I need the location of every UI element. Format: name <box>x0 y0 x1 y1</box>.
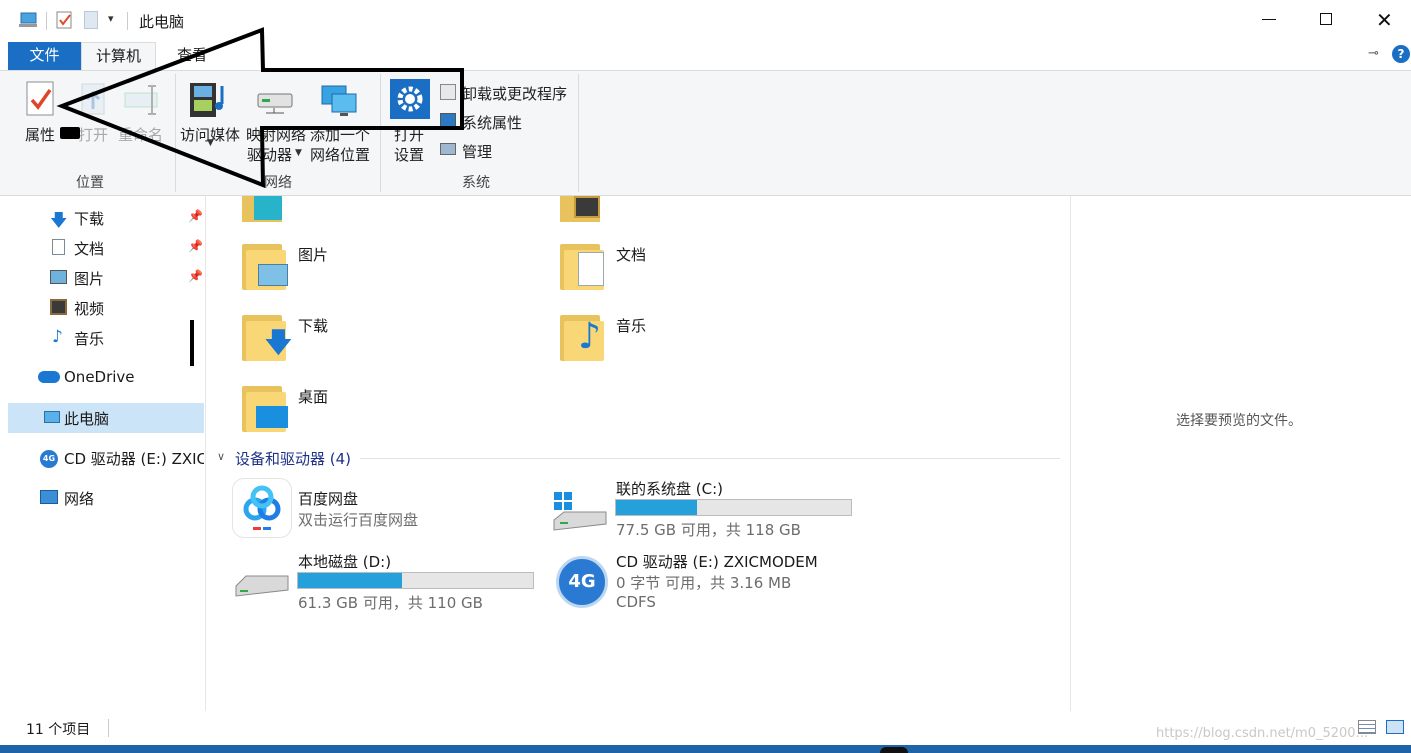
annotation-arrow <box>56 27 464 188</box>
